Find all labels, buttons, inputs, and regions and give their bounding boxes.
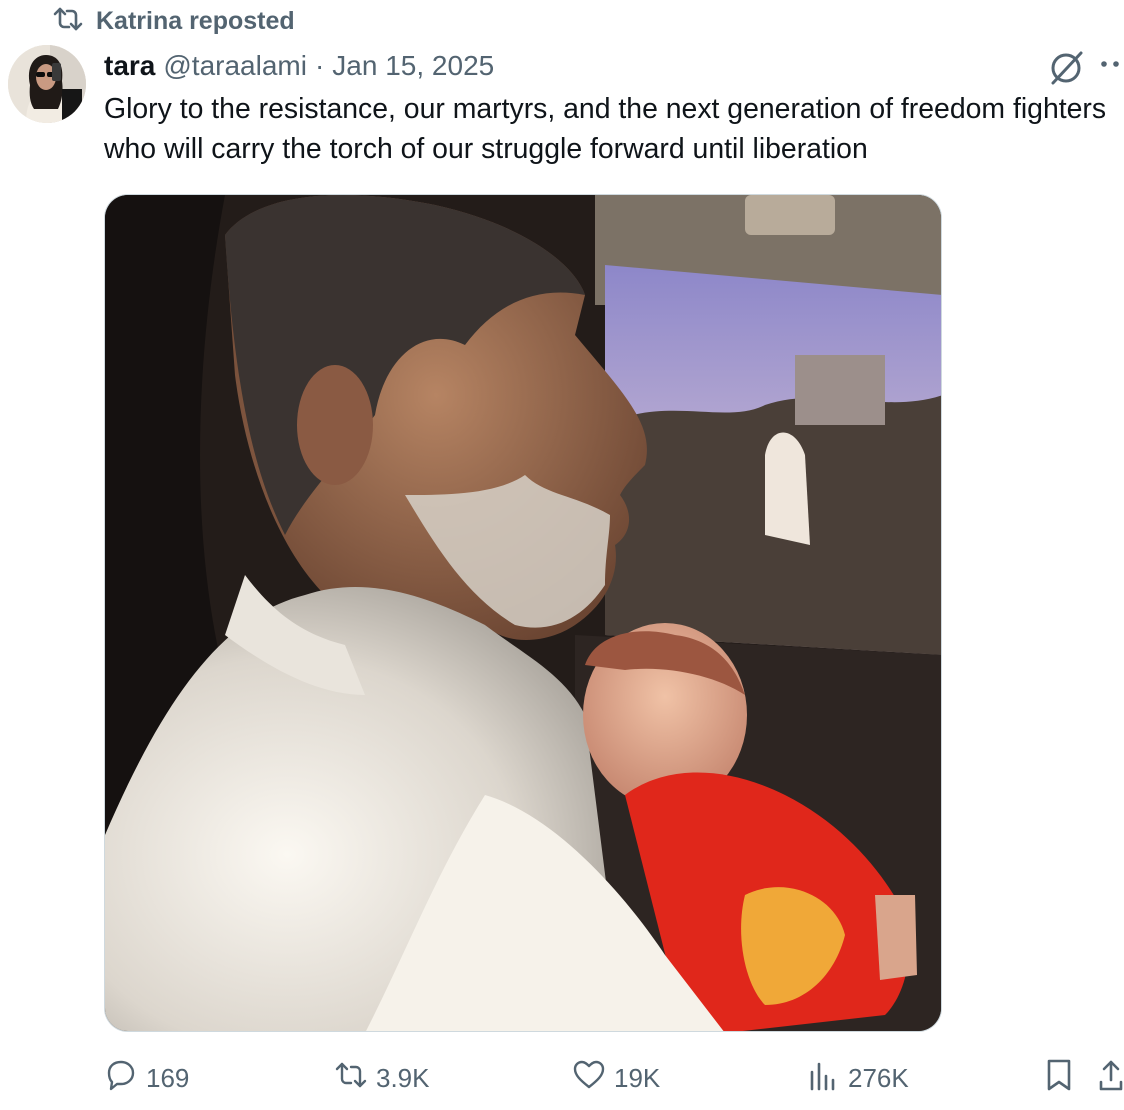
- heart-icon: [572, 1058, 606, 1099]
- reply-count: 169: [146, 1062, 190, 1093]
- repost-icon: [334, 1058, 368, 1099]
- bookmark-button[interactable]: [1044, 1056, 1074, 1100]
- author-name[interactable]: tara: [104, 50, 155, 82]
- tweet-text: Glory to the resistance, our martyrs, an…: [104, 93, 1107, 165]
- repost-button[interactable]: 3.9K: [334, 1056, 430, 1100]
- repost-count: 3.9K: [376, 1062, 430, 1093]
- share-icon: [1096, 1058, 1124, 1099]
- separator-dot: ·: [314, 50, 325, 81]
- like-button[interactable]: 19K: [572, 1056, 660, 1100]
- grok-icon[interactable]: [1046, 48, 1086, 88]
- author-handle[interactable]: @taraalami: [163, 50, 307, 82]
- avatar[interactable]: [8, 45, 86, 123]
- reply-button[interactable]: 169: [104, 1056, 189, 1100]
- tweet-photo[interactable]: [104, 194, 942, 1032]
- views-count: 276K: [848, 1062, 909, 1093]
- tweet-header: tara @taraalami · Jan 15, 2025: [104, 46, 494, 86]
- bookmark-icon: [1044, 1058, 1074, 1099]
- more-options-icon[interactable]: [1097, 56, 1124, 80]
- repost-banner[interactable]: Katrina reposted: [52, 6, 295, 36]
- tweet-date[interactable]: Jan 15, 2025: [332, 50, 494, 82]
- share-button[interactable]: [1096, 1056, 1124, 1100]
- repost-label: Katrina reposted: [96, 6, 295, 35]
- repost-icon: [52, 6, 84, 37]
- reply-icon: [104, 1058, 138, 1099]
- views-icon: [806, 1058, 840, 1099]
- action-bar: 169 3.9K 19K 276K: [0, 1056, 1124, 1100]
- like-count: 19K: [614, 1062, 661, 1093]
- views-button[interactable]: 276K: [806, 1056, 909, 1100]
